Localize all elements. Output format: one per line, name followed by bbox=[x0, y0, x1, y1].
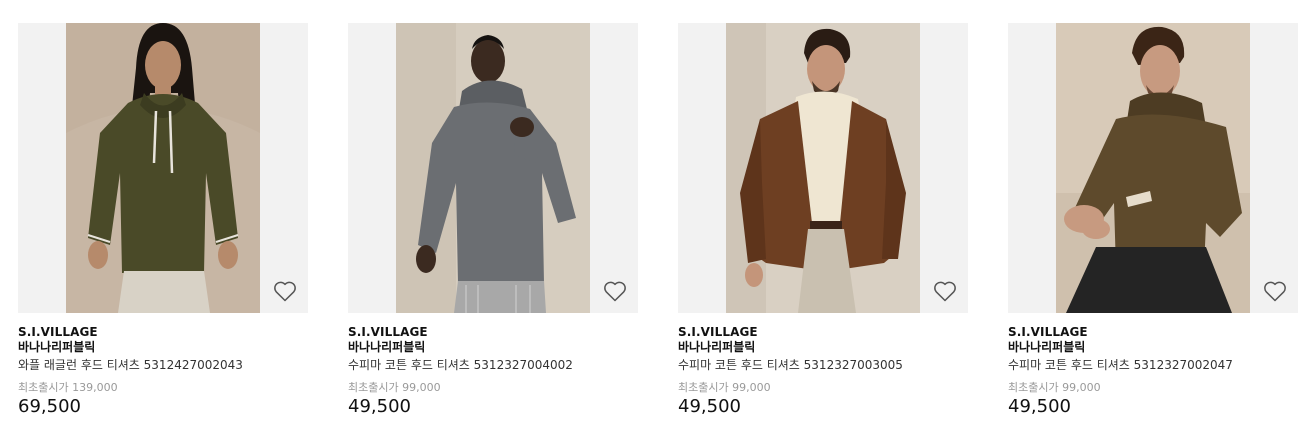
brand-name[interactable]: S.I.VILLAGE bbox=[1008, 325, 1088, 340]
model-photo-1 bbox=[66, 23, 260, 313]
product-card[interactable]: S.I.VILLAGE 바나나리퍼블릭 와플 래글런 후드 티셔츠 531242… bbox=[18, 23, 308, 433]
product-photo[interactable] bbox=[66, 23, 260, 313]
product-card[interactable]: S.I.VILLAGE 바나나리퍼블릭 수피마 코튼 후드 티셔츠 531232… bbox=[678, 23, 968, 433]
product-photo[interactable] bbox=[1056, 23, 1250, 313]
sub-brand-name[interactable]: 바나나리퍼블릭 bbox=[18, 340, 95, 355]
product-image-frame[interactable] bbox=[1008, 23, 1298, 313]
product-name[interactable]: 수피마 코튼 후드 티셔츠 5312327002047 bbox=[1008, 358, 1233, 373]
product-card[interactable]: S.I.VILLAGE 바나나리퍼블릭 수피마 코튼 후드 티셔츠 531232… bbox=[1008, 23, 1298, 433]
sale-price: 49,500 bbox=[678, 396, 741, 417]
product-name[interactable]: 수피마 코튼 후드 티셔츠 5312327004002 bbox=[348, 358, 573, 373]
product-grid: S.I.VILLAGE 바나나리퍼블릭 와플 래글런 후드 티셔츠 531242… bbox=[0, 0, 1312, 441]
sale-price: 49,500 bbox=[1008, 396, 1071, 417]
wishlist-button[interactable] bbox=[272, 278, 298, 304]
sub-brand-name[interactable]: 바나나리퍼블릭 bbox=[678, 340, 755, 355]
heart-outline-icon bbox=[274, 281, 296, 302]
model-photo-3 bbox=[726, 23, 920, 313]
wishlist-button[interactable] bbox=[1262, 278, 1288, 304]
model-photo-4 bbox=[1056, 23, 1250, 313]
original-price: 최초출시가 139,000 bbox=[18, 381, 118, 394]
sale-price: 69,500 bbox=[18, 396, 81, 417]
product-name[interactable]: 수피마 코튼 후드 티셔츠 5312327003005 bbox=[678, 358, 903, 373]
original-price: 최초출시가 99,000 bbox=[678, 381, 771, 394]
wishlist-button[interactable] bbox=[602, 278, 628, 304]
product-card[interactable]: S.I.VILLAGE 바나나리퍼블릭 수피마 코튼 후드 티셔츠 531232… bbox=[348, 23, 638, 433]
product-photo[interactable] bbox=[726, 23, 920, 313]
brand-name[interactable]: S.I.VILLAGE bbox=[348, 325, 428, 340]
heart-outline-icon bbox=[1264, 281, 1286, 302]
brand-name[interactable]: S.I.VILLAGE bbox=[18, 325, 98, 340]
original-price: 최초출시가 99,000 bbox=[1008, 381, 1101, 394]
sub-brand-name[interactable]: 바나나리퍼블릭 bbox=[1008, 340, 1085, 355]
heart-outline-icon bbox=[604, 281, 626, 302]
wishlist-button[interactable] bbox=[932, 278, 958, 304]
product-name[interactable]: 와플 래글런 후드 티셔츠 5312427002043 bbox=[18, 358, 243, 373]
heart-outline-icon bbox=[934, 281, 956, 302]
original-price: 최초출시가 99,000 bbox=[348, 381, 441, 394]
product-image-frame[interactable] bbox=[18, 23, 308, 313]
product-photo[interactable] bbox=[396, 23, 590, 313]
brand-name[interactable]: S.I.VILLAGE bbox=[678, 325, 758, 340]
product-image-frame[interactable] bbox=[678, 23, 968, 313]
sale-price: 49,500 bbox=[348, 396, 411, 417]
sub-brand-name[interactable]: 바나나리퍼블릭 bbox=[348, 340, 425, 355]
model-photo-2 bbox=[396, 23, 590, 313]
product-image-frame[interactable] bbox=[348, 23, 638, 313]
